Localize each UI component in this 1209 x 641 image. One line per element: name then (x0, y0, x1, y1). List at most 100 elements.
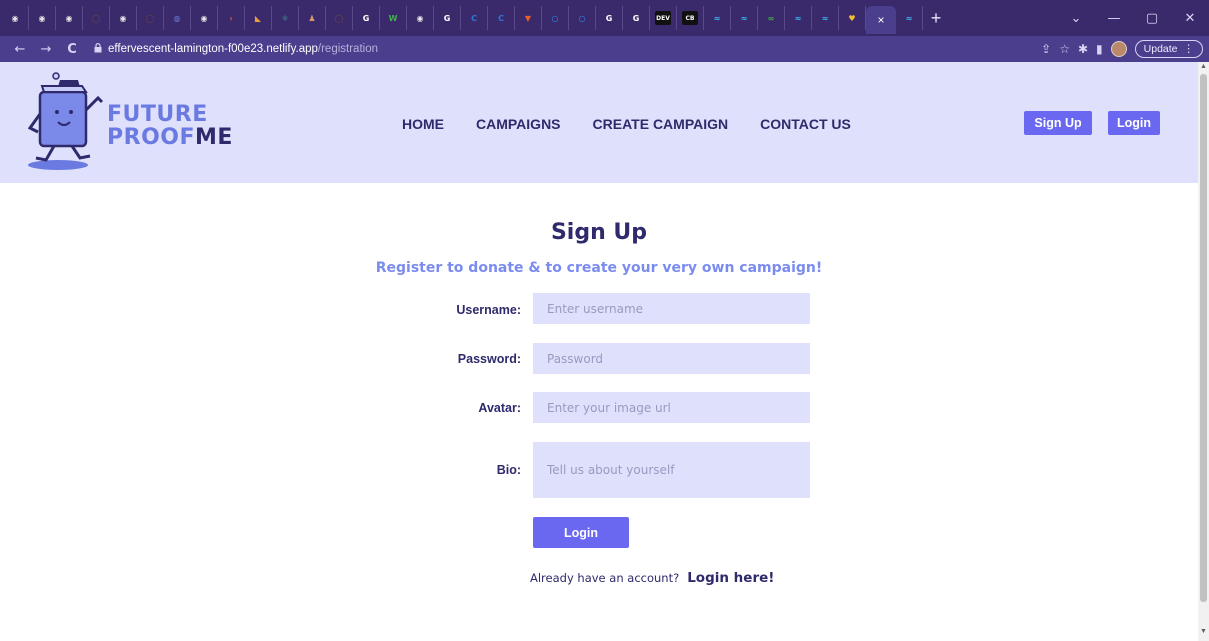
scroll-up-icon[interactable]: ▲ (1200, 63, 1207, 70)
browser-tab[interactable]: ∞ (758, 6, 785, 30)
browser-tab[interactable]: ≈ (704, 6, 731, 30)
back-icon[interactable]: ← (10, 42, 30, 57)
restore-icon[interactable]: ▢ (1133, 11, 1171, 26)
logo-me: ME (195, 125, 233, 150)
menu-icon: ⋮ (1183, 43, 1195, 55)
browser-tab[interactable]: ⚛ (272, 6, 299, 30)
share-icon[interactable]: ⇪ (1041, 42, 1051, 56)
minimize-icon[interactable]: — (1095, 11, 1133, 26)
header-signup-button[interactable]: Sign Up (1024, 111, 1092, 135)
dev-icon: DEV (655, 11, 671, 25)
browser-tab[interactable]: G (434, 6, 461, 30)
window-controls: ⌄ — ▢ ✕ (1057, 0, 1209, 36)
browser-tab[interactable]: ≈ (896, 6, 923, 30)
avatar-label: Avatar: (478, 401, 521, 415)
google-icon: G (362, 13, 370, 23)
username-label: Username: (456, 303, 521, 317)
c-icon: C (498, 13, 504, 23)
browser-tab[interactable]: ◉ (407, 6, 434, 30)
avatar-url-input[interactable] (533, 392, 810, 423)
browser-tab[interactable]: ◯ (83, 6, 110, 30)
browser-tab[interactable]: ≈ (731, 6, 758, 30)
active-tab[interactable]: × (866, 6, 896, 34)
browser-tab[interactable]: ◉ (56, 6, 83, 30)
browser-tab[interactable]: ◉ (29, 6, 56, 30)
browser-tab[interactable]: C (488, 6, 515, 30)
login-here-link[interactable]: Login here! (687, 570, 774, 586)
already-account-text: Already have an account? (530, 571, 680, 585)
browser-tab[interactable]: CB (677, 6, 704, 30)
browser-tab[interactable]: ◯ (137, 6, 164, 30)
submit-button[interactable]: Login (533, 517, 629, 548)
browser-tab[interactable]: G (353, 6, 380, 30)
react-icon: ⚛ (281, 13, 289, 23)
new-tab-button[interactable]: + (923, 6, 949, 30)
page-subtitle: Register to donate & to create your very… (375, 260, 823, 276)
browser-tab[interactable]: ○ (569, 6, 596, 30)
browser-tab[interactable]: ♟ (299, 6, 326, 30)
header-login-button[interactable]: Login (1108, 111, 1160, 135)
address-bar[interactable]: effervescent-lamington-f00e23.netlify.ap… (94, 39, 378, 59)
browser-tab[interactable]: ◣ (245, 6, 272, 30)
profile-avatar[interactable] (1110, 41, 1127, 57)
browser-tab[interactable]: ◍ (164, 6, 191, 30)
password-label: Password: (457, 352, 521, 366)
browser-tab[interactable]: ○ (542, 6, 569, 30)
octocat-icon: ◯ (145, 13, 155, 23)
close-window-icon[interactable]: ✕ (1171, 11, 1209, 26)
nav-home[interactable]: HOME (402, 116, 444, 132)
forward-icon[interactable]: → (36, 42, 56, 57)
circle-icon: ○ (578, 13, 586, 23)
browser-tab[interactable]: ≈ (812, 6, 839, 30)
browser-tab[interactable]: ◯ (326, 6, 353, 30)
heart-icon: ♥ (848, 13, 856, 23)
scroll-down-icon[interactable]: ▼ (1200, 628, 1207, 635)
browser-tab[interactable]: W (380, 6, 407, 30)
nav-create-campaign[interactable]: CREATE CAMPAIGN (593, 116, 729, 132)
nav-contact-us[interactable]: CONTACT US (760, 116, 851, 132)
tailwind-icon: ≈ (821, 13, 829, 23)
lock-icon[interactable] (94, 42, 102, 56)
browser-tab[interactable]: G (623, 6, 650, 30)
tailwind-icon: ≈ (905, 13, 913, 23)
browser-tab[interactable]: ▼ (515, 6, 542, 30)
reload-icon[interactable]: C (62, 42, 82, 57)
logo-proof: PROOF (107, 125, 195, 150)
github-icon: ◉ (200, 13, 208, 23)
browser-tab[interactable]: ◉ (110, 6, 137, 30)
c-icon: C (471, 13, 477, 23)
side-panel-icon[interactable]: ▮ (1096, 42, 1103, 56)
tailwind-icon: ≈ (713, 13, 721, 23)
update-button[interactable]: Update ⋮ (1134, 40, 1203, 58)
browser-tab[interactable]: ◉ (2, 6, 29, 30)
browser-tab[interactable]: ♥ (839, 6, 866, 30)
google-icon: G (443, 13, 451, 23)
browser-tab[interactable]: G (596, 6, 623, 30)
nav-campaigns[interactable]: CAMPAIGNS (476, 116, 561, 132)
username-input[interactable] (533, 293, 810, 324)
logo-wordmark: FUTURE PROOFME (107, 103, 233, 149)
browser-tab[interactable]: ◉ (191, 6, 218, 30)
site-logo[interactable]: FUTURE PROOFME (27, 70, 232, 174)
scrollbar-thumb[interactable] (1200, 74, 1207, 602)
extensions-icon[interactable]: ✱ (1078, 42, 1088, 56)
tab-search-icon[interactable]: ⌄ (1057, 11, 1095, 26)
w-icon: W (388, 13, 398, 23)
browser-tab[interactable]: ≈ (785, 6, 812, 30)
google-icon: G (605, 13, 613, 23)
password-input[interactable] (533, 343, 810, 374)
browser-tab[interactable]: › (218, 6, 245, 30)
github-icon: ◉ (416, 13, 424, 23)
browser-tab[interactable]: DEV (650, 6, 677, 30)
browser-tab[interactable]: C (461, 6, 488, 30)
update-label: Update (1143, 43, 1178, 55)
bookmark-star-icon[interactable]: ☆ (1059, 42, 1070, 56)
browser-tab-strip: ◉ ◉ ◉ ◯ ◉ ◯ ◍ ◉ › ◣ ⚛ ♟ ◯ G W ◉ G C C ▼ ○ ○ G G DEV CB ≈ ≈ ∞ ≈ ≈ ♥ × ≈ + ⌄… (0, 0, 1209, 36)
cb-icon: CB (682, 11, 698, 25)
url-path: /registration (317, 43, 378, 55)
bio-textarea[interactable] (533, 442, 810, 498)
close-tab-icon[interactable]: × (877, 13, 884, 27)
tailwind-icon: ≈ (740, 13, 748, 23)
url-host: effervescent-lamington-f00e23.netlify.ap… (108, 43, 318, 55)
main-nav: HOME CAMPAIGNS CREATE CAMPAIGN CONTACT U… (402, 116, 851, 132)
